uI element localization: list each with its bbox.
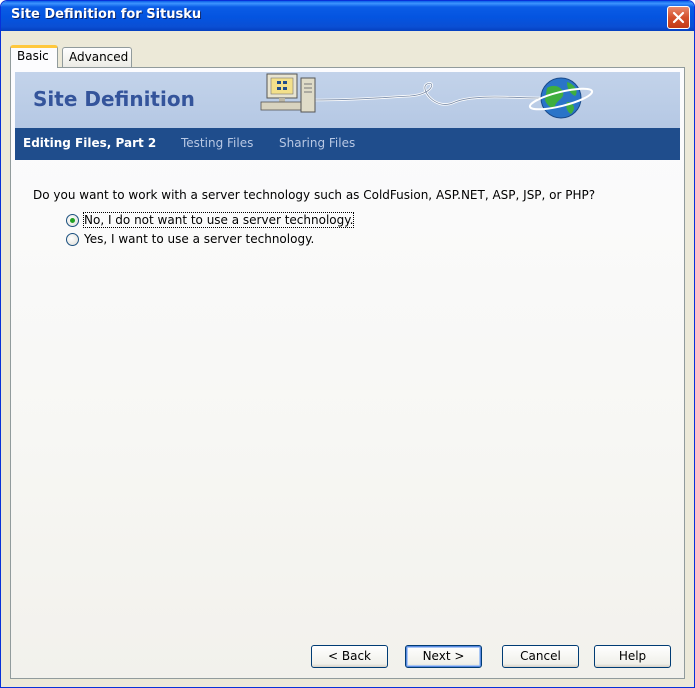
option-yes-server-technology[interactable]: Yes, I want to use a server technology.	[66, 230, 314, 248]
tab-advanced[interactable]: Advanced	[62, 47, 132, 67]
next-button[interactable]: Next >	[405, 645, 482, 668]
cancel-button[interactable]: Cancel	[502, 645, 579, 668]
tab-basic[interactable]: Basic	[10, 45, 58, 68]
option-yes-label[interactable]: Yes, I want to use a server technology.	[84, 232, 314, 246]
step-sharing-files[interactable]: Sharing Files	[279, 136, 355, 150]
radio-yes-server[interactable]	[66, 232, 79, 246]
close-icon	[672, 11, 685, 24]
back-button[interactable]: < Back	[311, 645, 388, 668]
title-bar[interactable]: Site Definition for Situsku	[1, 1, 694, 31]
tab-panel: Site Definition Editing Files, Part 2 Te…	[10, 67, 685, 679]
dialog-client: Basic Advanced Site Definition Editing F…	[5, 31, 690, 683]
step-testing-files[interactable]: Testing Files	[181, 136, 253, 150]
dialog-window: Site Definition for Situsku Basic Advanc…	[0, 0, 695, 688]
step-navigation: Editing Files, Part 2 Testing Files Shar…	[15, 128, 680, 160]
banner-title: Site Definition	[33, 87, 195, 111]
close-button[interactable]	[667, 6, 690, 29]
help-button[interactable]: Help	[594, 645, 671, 668]
server-technology-question: Do you want to work with a server techno…	[33, 188, 596, 202]
computer-icon	[260, 73, 316, 113]
wizard-banner: Site Definition	[15, 72, 680, 128]
option-no-label[interactable]: No, I do not want to use a server techno…	[82, 212, 355, 228]
radio-no-server[interactable]	[66, 213, 79, 227]
window-title: Site Definition for Situsku	[11, 7, 202, 22]
step-editing-files-part-2[interactable]: Editing Files, Part 2	[23, 136, 156, 150]
option-no-server-technology[interactable]: No, I do not want to use a server techno…	[66, 211, 355, 229]
